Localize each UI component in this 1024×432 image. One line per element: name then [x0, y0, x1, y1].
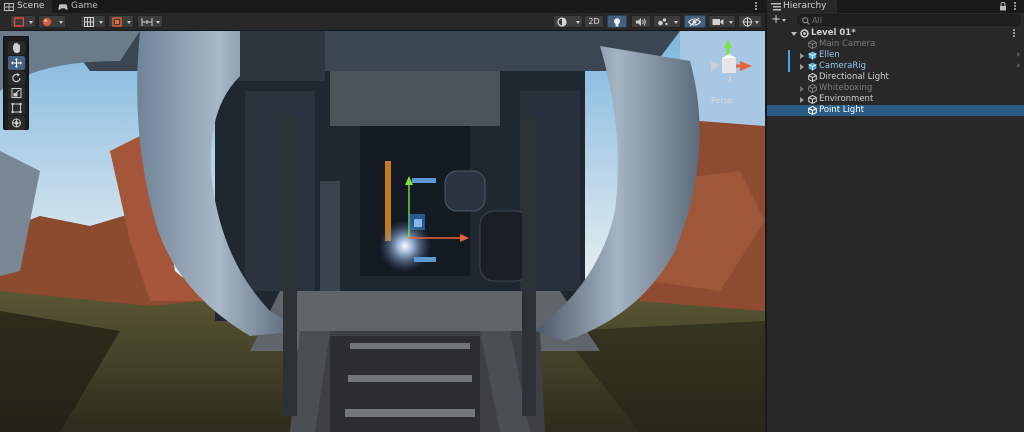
scene-tab-bar: Scene Game: [0, 0, 765, 13]
scene-toolbar: 2D: [0, 13, 765, 31]
hierarchy-list-icon: [771, 3, 781, 11]
hierarchy-item-label: Main Camera: [819, 39, 876, 49]
scene-visibility-button[interactable]: [684, 15, 706, 28]
shading-mode-button[interactable]: [10, 15, 36, 28]
draw-mode-button[interactable]: [553, 15, 583, 28]
scene-tools-palette: [3, 36, 29, 130]
gameobject-icon: [808, 73, 817, 82]
hierarchy-menu-icon[interactable]: [1014, 2, 1017, 11]
gameobject-icon: [808, 106, 817, 115]
transform-icon: [12, 118, 21, 128]
gizmo-sphere-icon: [42, 17, 52, 27]
move-icon: [11, 58, 22, 68]
increment-icon: [141, 18, 153, 26]
tab-scene[interactable]: Scene: [0, 0, 52, 13]
gizmo-sphere-button[interactable]: [38, 15, 66, 28]
gameobject-icon: [808, 95, 817, 104]
camera-icon: [712, 19, 724, 25]
hierarchy-item-label: CameraRig: [819, 61, 867, 71]
rotate-tool-button[interactable]: [8, 71, 25, 85]
shading-mode-icon: [14, 17, 24, 27]
scene-root-menu-icon[interactable]: [1013, 29, 1016, 38]
lighting-toggle-button[interactable]: [607, 15, 627, 28]
prefab-icon: [808, 62, 817, 71]
gizmos-icon: [742, 17, 753, 27]
scene-camera-button[interactable]: [708, 15, 736, 28]
tab-game-label: Game: [71, 1, 98, 11]
hierarchy-item-label: Directional Light: [819, 72, 889, 82]
toggle-2d-button[interactable]: 2D: [584, 15, 604, 28]
gameobject-icon: [808, 84, 817, 93]
snap-button[interactable]: [108, 15, 134, 28]
hierarchy-panel: Hierarchy + Level 01*: [767, 0, 1024, 432]
lock-icon[interactable]: [999, 2, 1007, 11]
hierarchy-item-directional-light[interactable]: Directional Light: [767, 72, 1024, 83]
gizmos-button[interactable]: [738, 15, 762, 28]
collapsed-arrow-icon[interactable]: [800, 53, 804, 59]
collapsed-arrow-icon[interactable]: [800, 64, 804, 70]
hierarchy-item-label: Whiteboxing: [819, 83, 873, 93]
prefab-icon: [808, 51, 817, 60]
scene-grid-icon: [4, 3, 14, 11]
hierarchy-item-ellen[interactable]: Ellen ›: [767, 50, 1024, 61]
hierarchy-item-point-light[interactable]: Point Light: [767, 105, 1024, 116]
prefab-override-marker: [788, 61, 790, 72]
hierarchy-item-environment[interactable]: Environment: [767, 94, 1024, 105]
projection-label[interactable]: Persp: [711, 96, 733, 105]
tab-scene-label: Scene: [17, 1, 45, 11]
add-object-button[interactable]: +: [770, 12, 790, 26]
hierarchy-item-camera-rig[interactable]: CameraRig ›: [767, 61, 1024, 72]
hierarchy-tab-bar: Hierarchy: [767, 0, 1024, 13]
scale-tool-button[interactable]: [8, 86, 25, 100]
snap-icon: [112, 17, 122, 27]
visibility-icon: [688, 17, 701, 27]
search-icon: [802, 17, 810, 25]
unity-scene-icon: [800, 29, 809, 38]
collapsed-arrow-icon[interactable]: [800, 97, 804, 103]
scene-render: [0, 31, 765, 432]
chevron-right-icon[interactable]: ›: [1016, 50, 1020, 61]
rect-tool-button[interactable]: [8, 101, 25, 115]
chevron-down-icon: [782, 19, 786, 22]
rect-icon: [11, 103, 22, 113]
hierarchy-item-main-camera[interactable]: Main Camera: [767, 39, 1024, 50]
expand-arrow-icon[interactable]: [791, 32, 797, 36]
plus-icon: +: [771, 12, 782, 26]
lighting-icon: [614, 18, 620, 27]
audio-icon: [636, 18, 646, 26]
tab-game[interactable]: Game: [54, 0, 104, 13]
grid-icon: [84, 17, 94, 27]
hierarchy-scene-root[interactable]: Level 01*: [767, 28, 1024, 39]
view-tool-button[interactable]: [8, 41, 25, 55]
scene-panel: Scene Game 2D Persp: [0, 0, 765, 432]
gameobject-icon: [808, 40, 817, 49]
move-tool-button[interactable]: [8, 56, 25, 70]
audio-toggle-button[interactable]: [631, 15, 651, 28]
rotate-icon: [12, 73, 21, 83]
tab-hierarchy-label: Hierarchy: [783, 1, 827, 11]
scene-viewport[interactable]: [0, 31, 765, 432]
collapsed-arrow-icon[interactable]: [800, 86, 804, 92]
view-hand-icon: [13, 43, 20, 53]
prefab-override-marker: [788, 50, 790, 61]
scale-icon: [11, 88, 22, 98]
scene-root-label: Level 01*: [811, 28, 856, 38]
game-controller-icon: [58, 4, 68, 10]
effects-icon: [658, 18, 668, 26]
hierarchy-item-label: Ellen: [819, 50, 840, 60]
increment-snap-button[interactable]: [137, 15, 163, 28]
hierarchy-search-input[interactable]: [797, 14, 1021, 26]
hierarchy-item-label: Point Light: [819, 105, 865, 115]
toggle-2d-label: 2D: [588, 17, 600, 26]
scene-panel-menu-icon[interactable]: [755, 2, 758, 11]
grid-button[interactable]: [80, 15, 106, 28]
hierarchy-item-whiteboxing[interactable]: Whiteboxing: [767, 83, 1024, 94]
effects-button[interactable]: [653, 15, 681, 28]
hierarchy-toolbar: +: [767, 12, 1024, 28]
hierarchy-tree: Level 01* Main Camera Ellen › CameraRig …: [767, 28, 1024, 432]
chevron-right-icon[interactable]: ›: [1016, 61, 1020, 72]
hierarchy-item-label: Environment: [819, 94, 874, 104]
draw-mode-icon: [557, 17, 567, 27]
transform-tool-button[interactable]: [8, 116, 25, 130]
